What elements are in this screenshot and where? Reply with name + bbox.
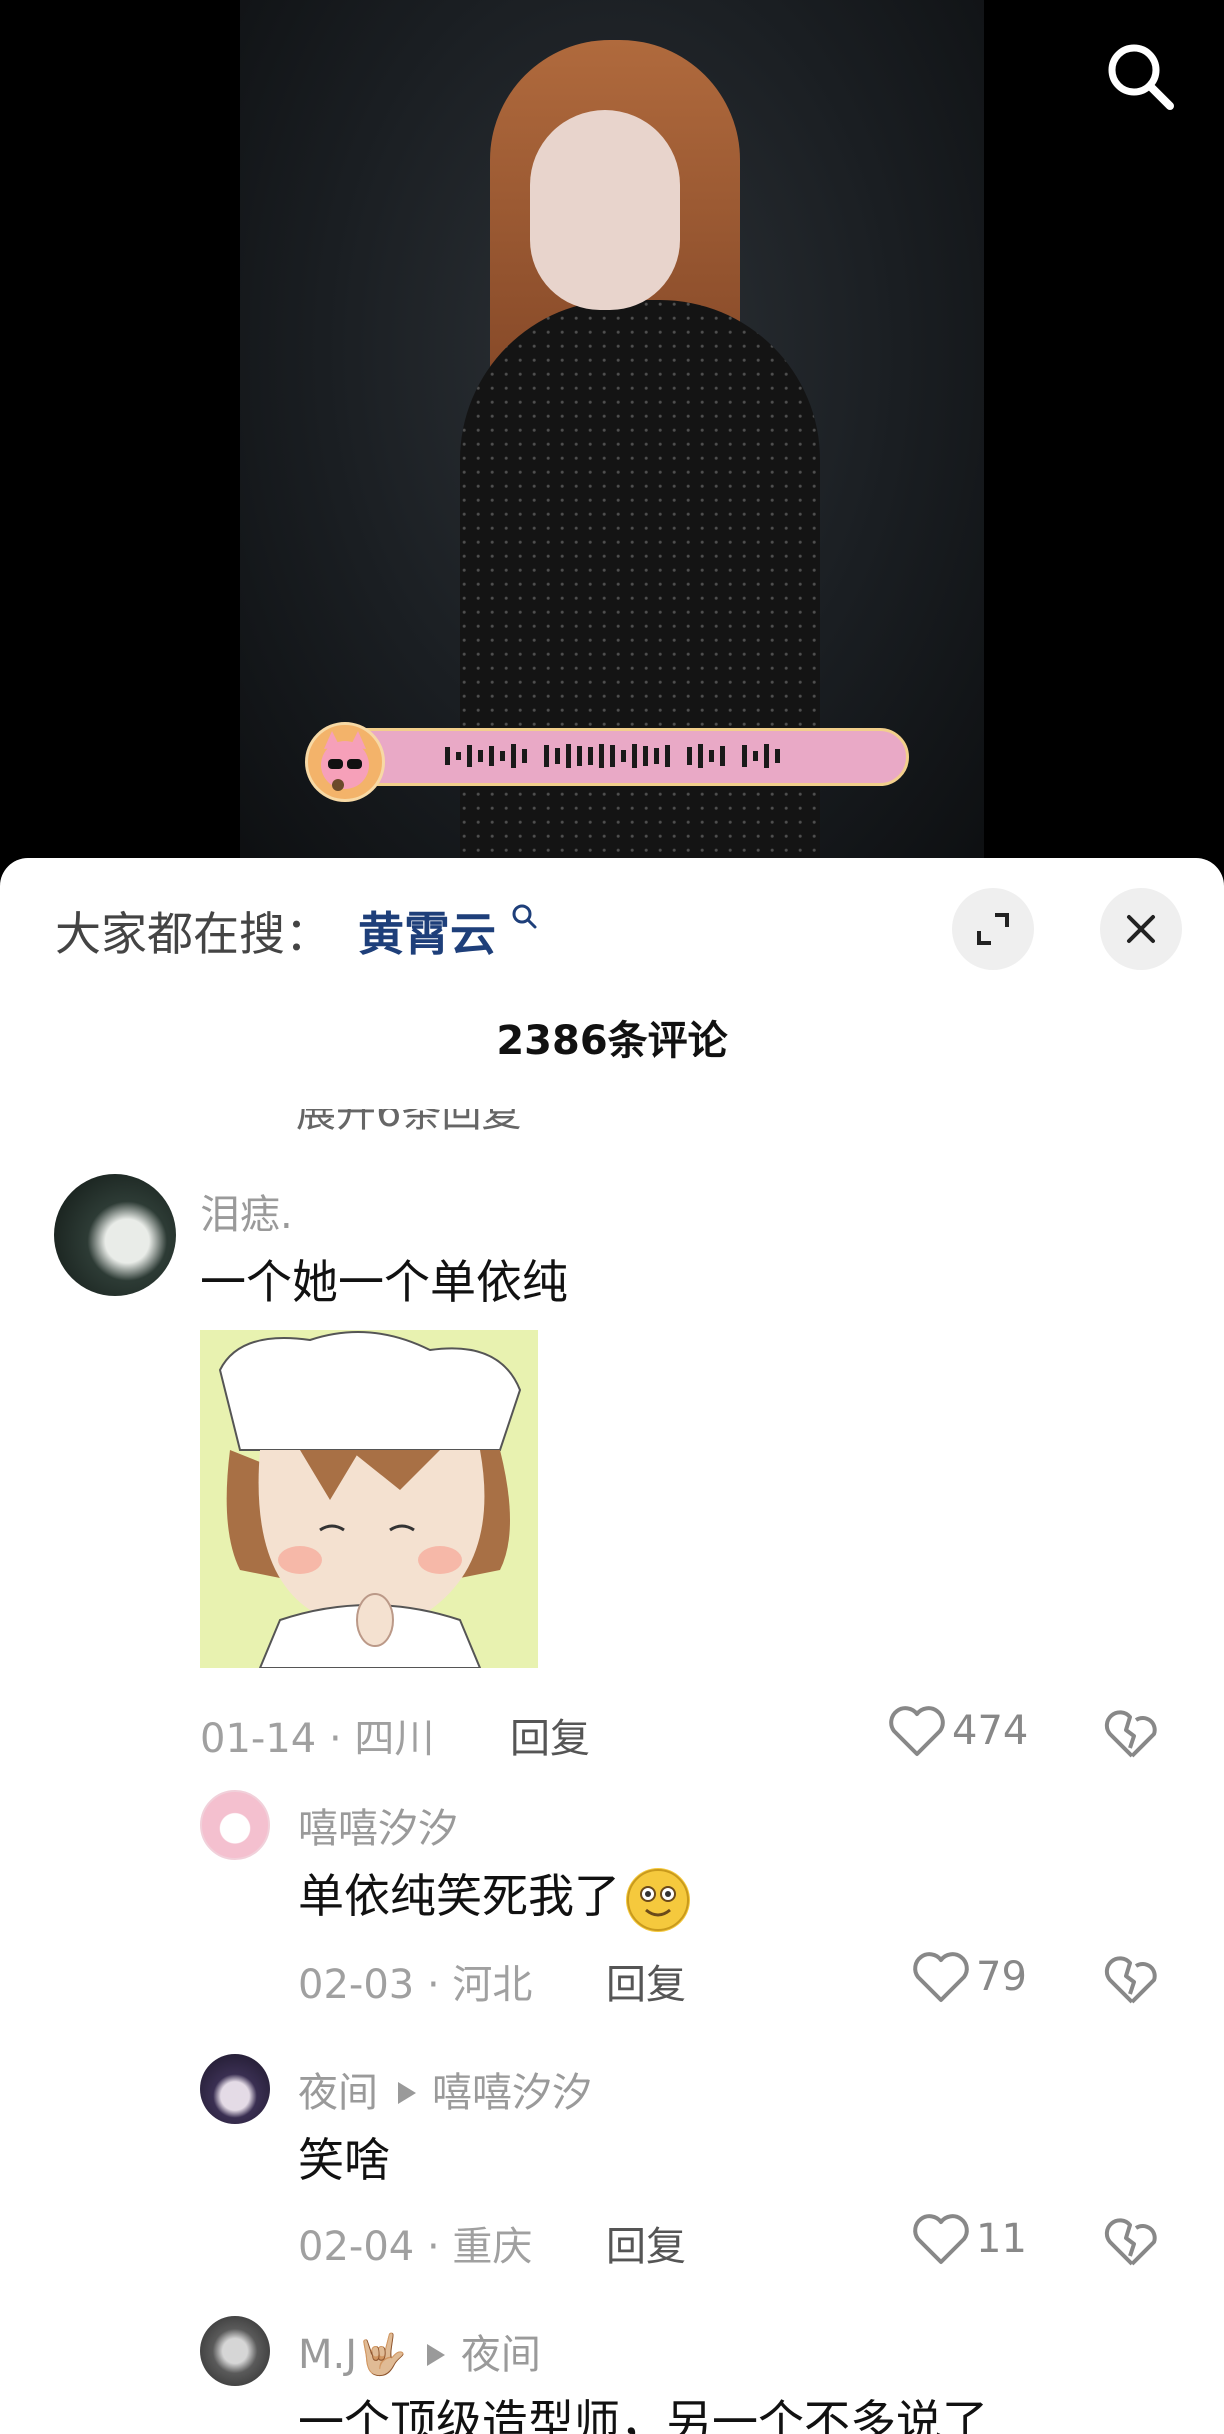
hot-search-label: 大家都在搜： <box>55 907 331 961</box>
heart-icon <box>913 1952 969 2002</box>
comment-date: 01-14 <box>200 1716 317 1762</box>
cartoon-cat-icon <box>321 731 369 791</box>
close-icon <box>1127 915 1155 943</box>
comment-meta: 01-14 · 四川 <box>200 1716 435 1762</box>
avatar[interactable] <box>54 1174 176 1296</box>
comment-text: 单依纯笑死我了 <box>298 1860 690 1932</box>
smiling-face-emoji-icon <box>626 1867 690 1932</box>
expand-button[interactable] <box>952 888 1034 970</box>
like-button[interactable]: 474 <box>888 1704 1028 1758</box>
comment-meta: 02-03 · 河北 <box>298 1962 533 2008</box>
reply-button[interactable]: 回复 <box>510 1706 590 1764</box>
video-player[interactable] <box>0 0 1224 880</box>
dislike-button[interactable] <box>1104 1708 1160 1764</box>
like-count: 79 <box>976 1954 1027 2000</box>
avatar[interactable] <box>200 1790 270 1860</box>
like-button[interactable]: 79 <box>912 1950 1027 2004</box>
heart-icon <box>889 1706 945 1756</box>
comment-username: 夜间 嘻嘻汐汐 <box>298 2060 592 2118</box>
video-subject-face <box>530 110 680 310</box>
heart-icon <box>913 2214 969 2264</box>
dislike-button[interactable] <box>1104 1954 1160 2010</box>
comment-meta: 02-04 · 重庆 <box>298 2224 533 2270</box>
comment-username[interactable]: 泪痣. <box>200 1182 293 1240</box>
close-button[interactable] <box>1100 888 1182 970</box>
broken-heart-icon <box>1104 1956 1157 2004</box>
search-button[interactable] <box>1100 36 1180 116</box>
reply-target[interactable]: 嘻嘻汐汐 <box>432 2070 592 2116</box>
reply-arrow-icon <box>426 2344 445 2366</box>
search-small-icon <box>512 904 537 929</box>
reply-arrow-icon <box>398 2082 416 2104</box>
like-count: 474 <box>952 1708 1029 1754</box>
expand-replies-link[interactable]: 展开6条回复 ˅ <box>296 1109 554 1138</box>
audio-avatar <box>305 722 385 802</box>
comment-location: 重庆 <box>452 2224 533 2270</box>
comment-text-body: 单依纯笑死我了 <box>298 1869 620 1923</box>
hot-search-term[interactable]: 黄霄云 <box>358 898 496 964</box>
comment-text: 一个她一个单依纯 <box>200 1255 568 1309</box>
comment-date: 02-03 <box>298 1962 415 2008</box>
reply-button[interactable]: 回复 <box>606 2214 686 2272</box>
chef-girl-sticker-icon <box>200 1330 538 1668</box>
search-icon <box>1108 44 1174 110</box>
comment-text: 一个顶级造型师，另一个不多说了 <box>298 2395 988 2434</box>
like-button[interactable]: 11 <box>912 2212 1027 2266</box>
reply-target[interactable]: 夜间 <box>461 2332 541 2378</box>
like-count: 11 <box>976 2216 1027 2262</box>
reply-author[interactable]: 夜间 <box>298 2070 378 2116</box>
avatar[interactable] <box>200 2316 270 2386</box>
comment-sheet: 大家都在搜： 黄霄云 2386条评论 展开6条回复 ˅ 泪痣. 一个她一个单依纯 <box>0 858 1224 2434</box>
comment-count: 2386条评论 <box>496 1018 728 1064</box>
reply-author[interactable]: M.J🤟🏼 <box>298 2332 407 2378</box>
comment-sticker-image[interactable] <box>200 1330 538 1668</box>
comment-username: M.J🤟🏼 夜间 <box>298 2322 541 2380</box>
comment-text: 笑啥 <box>298 2133 390 2187</box>
video-subject-body <box>460 300 820 880</box>
expand-icon <box>977 913 1009 945</box>
comment-location: 四川 <box>354 1716 435 1762</box>
comment-date: 02-04 <box>298 2224 415 2270</box>
avatar[interactable] <box>200 2054 270 2124</box>
audio-track-bar[interactable] <box>305 722 909 802</box>
dislike-button[interactable] <box>1104 2216 1160 2272</box>
broken-heart-icon <box>1104 2218 1157 2266</box>
broken-heart-icon <box>1104 1710 1157 1758</box>
comment-location: 河北 <box>452 1962 533 2008</box>
comment-username[interactable]: 嘻嘻汐汐 <box>298 1796 458 1854</box>
reply-button[interactable]: 回复 <box>606 1952 686 2010</box>
audio-waveform <box>445 744 780 768</box>
